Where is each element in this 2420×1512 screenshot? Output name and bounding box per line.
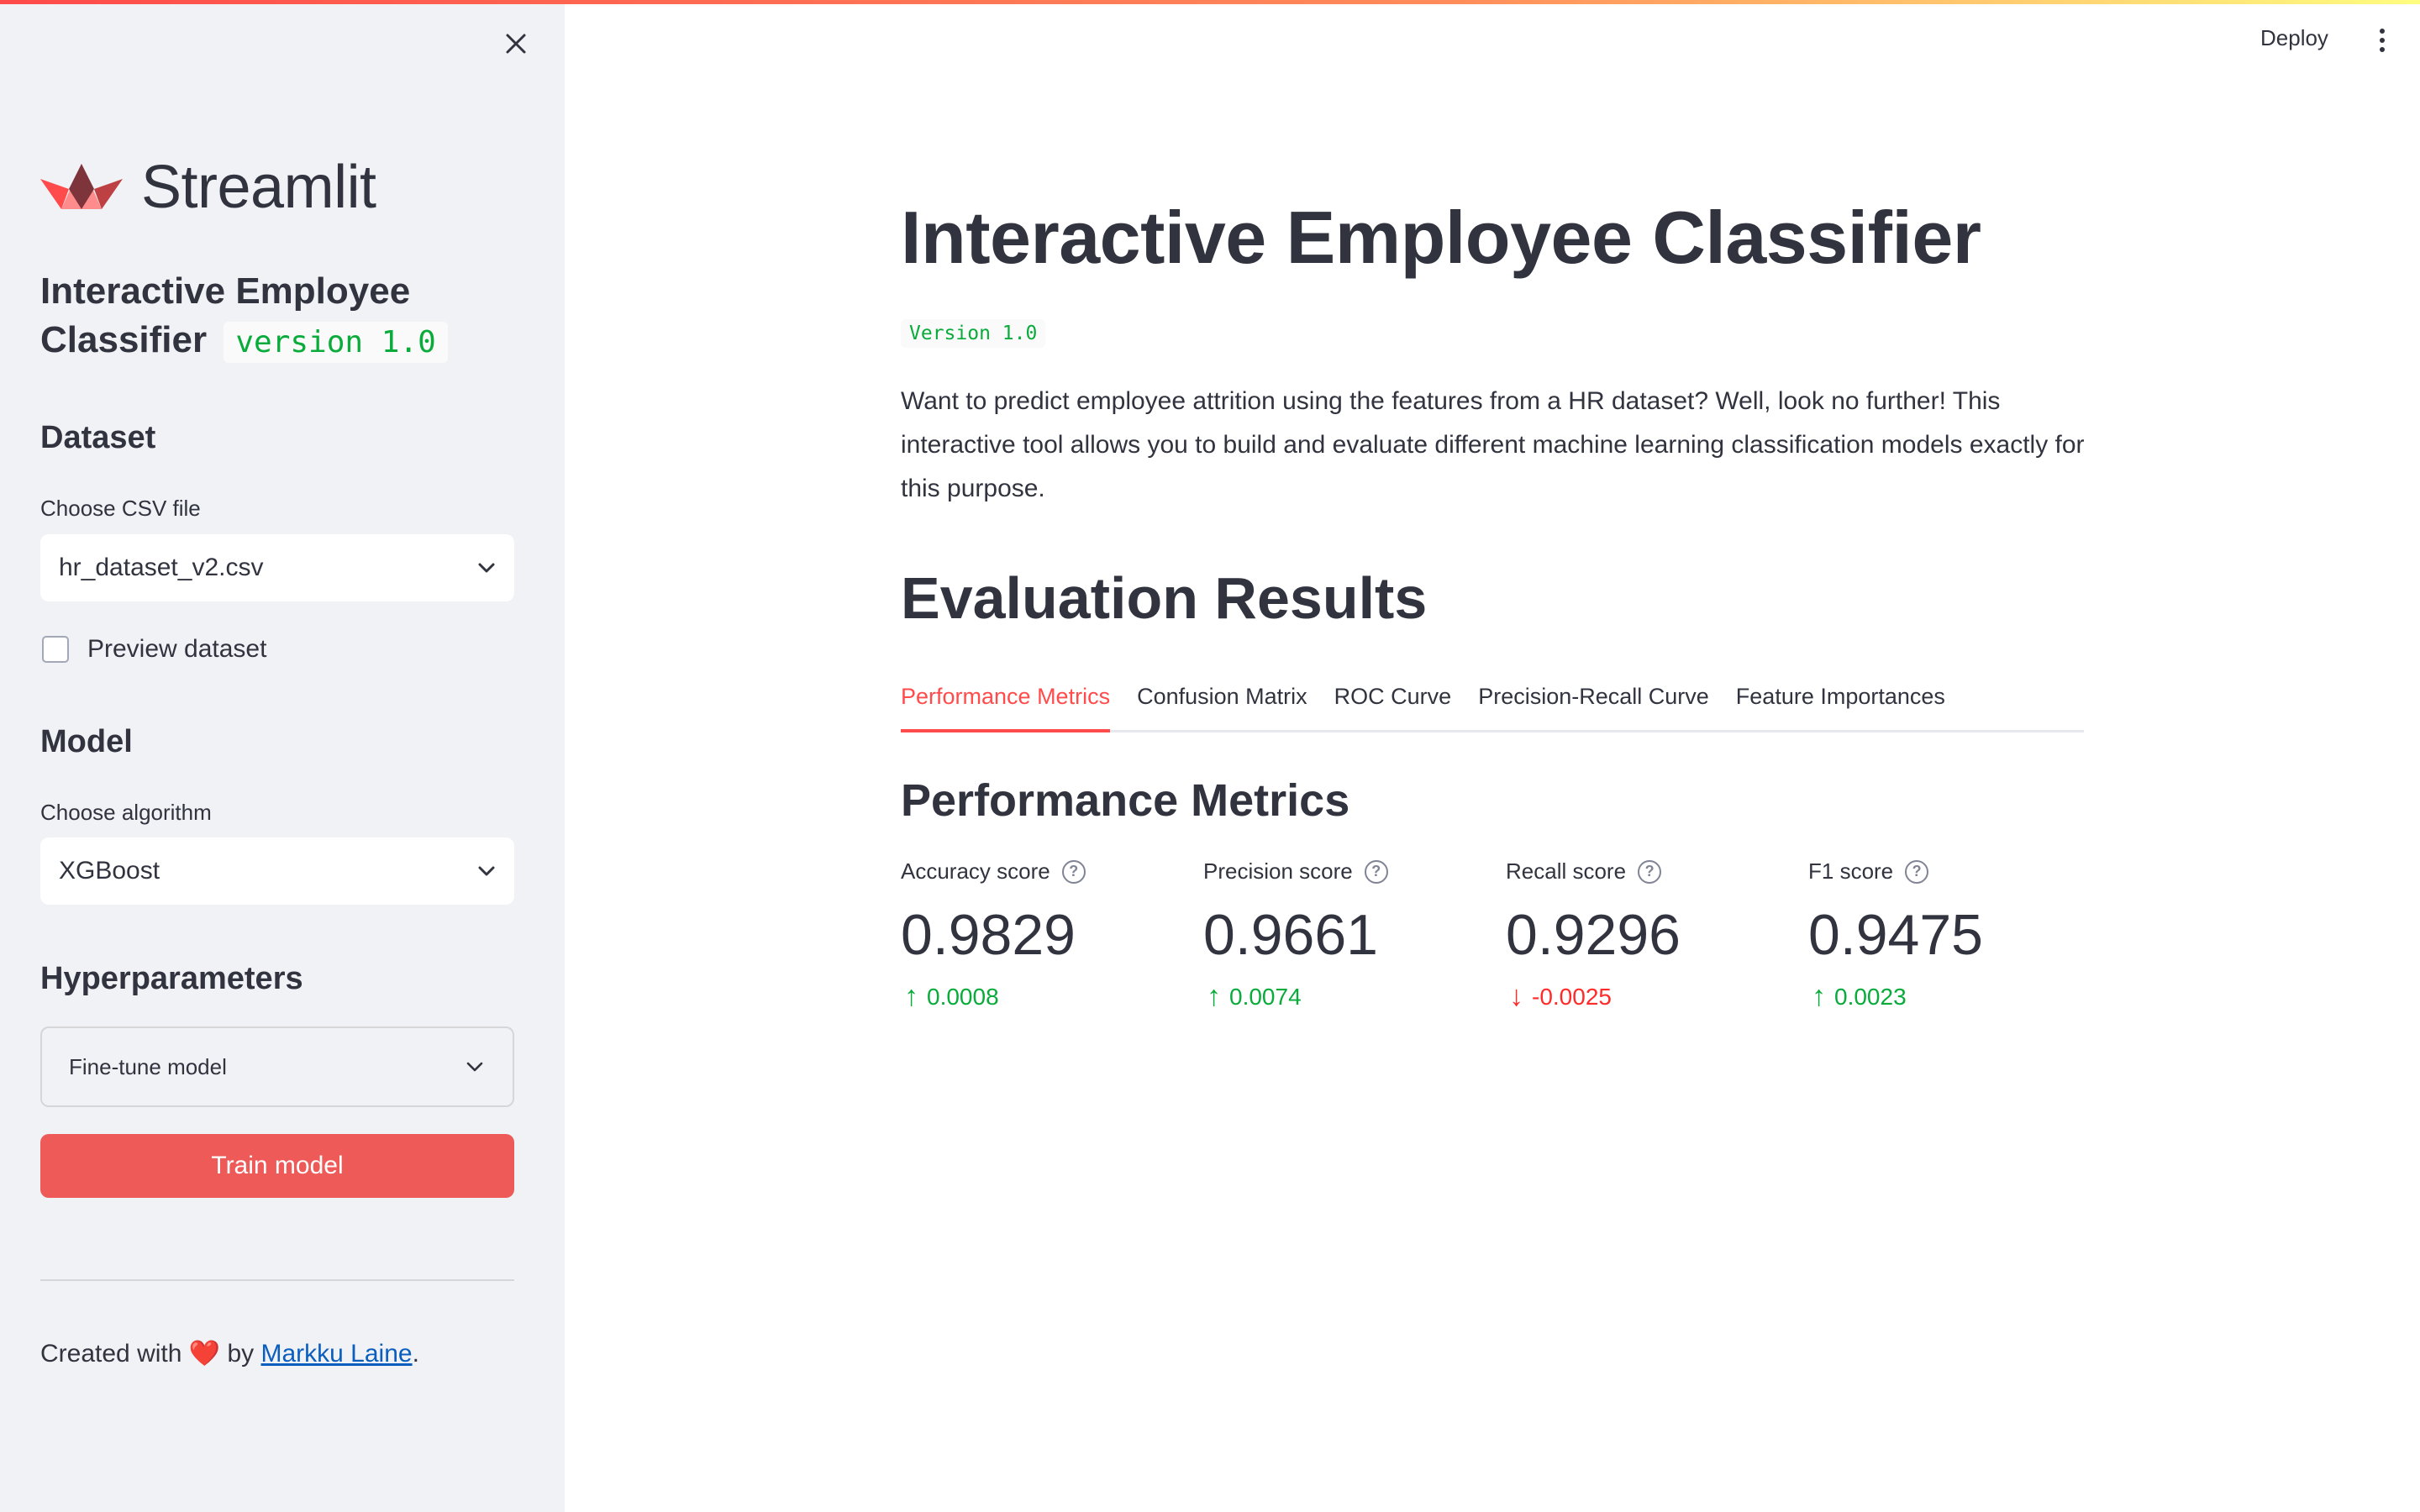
arrow-down-icon: ↓ bbox=[1509, 980, 1523, 1012]
csv-file-label: Choose CSV file bbox=[40, 496, 201, 521]
kebab-dot bbox=[2380, 47, 2385, 52]
heart-icon: ❤️ bbox=[188, 1340, 221, 1368]
metric-label: Recall score bbox=[1506, 858, 1627, 884]
sidebar-app-title: Interactive Employee Classifier version … bbox=[40, 267, 511, 367]
main-menu-button[interactable] bbox=[2371, 25, 2393, 55]
metric-label-row: F1 score ? bbox=[1808, 858, 2094, 885]
help-circle-icon[interactable]: ? bbox=[1364, 859, 1388, 884]
metric-delta-value: 0.0023 bbox=[1834, 983, 1907, 1010]
algorithm-select[interactable]: XGBoost bbox=[40, 837, 514, 905]
chevron-down-icon bbox=[478, 563, 495, 573]
algorithm-label: Choose algorithm bbox=[40, 800, 212, 825]
streamlit-logo-icon bbox=[40, 164, 123, 209]
deploy-button[interactable]: Deploy bbox=[2260, 25, 2328, 51]
arrow-up-icon: ↑ bbox=[1207, 980, 1221, 1012]
kebab-dot bbox=[2380, 38, 2385, 43]
preview-dataset-label: Preview dataset bbox=[87, 635, 267, 663]
metric-delta: ↑ 0.0008 bbox=[901, 980, 1186, 1013]
close-sidebar-button[interactable] bbox=[499, 27, 533, 60]
metric-delta: ↑ 0.0074 bbox=[1203, 980, 1489, 1013]
preview-dataset-checkbox-row[interactable]: Preview dataset bbox=[42, 635, 266, 664]
csv-file-select[interactable]: hr_dataset_v2.csv bbox=[40, 534, 514, 601]
fine-tune-label: Fine-tune model bbox=[69, 1053, 227, 1079]
metric-accuracy: Accuracy score ? 0.9829 ↑ 0.0008 bbox=[901, 858, 1186, 1013]
intro-text: Want to predict employee attrition using… bbox=[901, 387, 2085, 502]
chevron-down-icon bbox=[466, 1062, 483, 1072]
tab-roc-curve[interactable]: ROC Curve bbox=[1334, 677, 1452, 732]
preview-dataset-checkbox[interactable] bbox=[42, 636, 69, 663]
metric-label-row: Accuracy score ? bbox=[901, 858, 1186, 885]
logo-text: Streamlit bbox=[141, 154, 376, 221]
help-circle-icon[interactable]: ? bbox=[1061, 859, 1086, 884]
sidebar-footer: Created with ❤️ by Markku Laine. bbox=[40, 1339, 419, 1368]
sidebar-version-badge: version 1.0 bbox=[224, 322, 448, 363]
metric-delta: ↓ -0.0025 bbox=[1506, 980, 1791, 1013]
metric-delta: ↑ 0.0023 bbox=[1808, 980, 2094, 1013]
arrow-up-icon: ↑ bbox=[1812, 980, 1826, 1012]
tab-feature-importances[interactable]: Feature Importances bbox=[1736, 677, 1945, 732]
footer-suffix: . bbox=[412, 1340, 419, 1368]
metric-label: F1 score bbox=[1808, 858, 1894, 884]
metric-value: 0.9829 bbox=[901, 903, 1076, 967]
fine-tune-expander[interactable]: Fine-tune model bbox=[40, 1026, 514, 1107]
model-heading: Model bbox=[40, 724, 133, 759]
metric-recall: Recall score ? 0.9296 ↓ -0.0025 bbox=[1506, 858, 1791, 1013]
help-circle-icon[interactable]: ? bbox=[1638, 859, 1662, 884]
metric-label-row: Precision score ? bbox=[1203, 858, 1489, 885]
author-link[interactable]: Markku Laine bbox=[261, 1340, 413, 1368]
csv-file-value: hr_dataset_v2.csv bbox=[59, 554, 264, 581]
streamlit-logo: Streamlit bbox=[40, 153, 376, 222]
metric-label-row: Recall score ? bbox=[1506, 858, 1791, 885]
kebab-menu-icon bbox=[2380, 29, 2385, 34]
tab-confusion-matrix[interactable]: Confusion Matrix bbox=[1137, 677, 1307, 732]
performance-metrics-heading: Performance Metrics bbox=[901, 775, 1350, 826]
footer-prefix: Created with bbox=[40, 1340, 182, 1368]
dataset-heading: Dataset bbox=[40, 420, 156, 455]
footer-by: by bbox=[227, 1340, 255, 1368]
metric-value: 0.9475 bbox=[1808, 903, 1983, 967]
arrow-up-icon: ↑ bbox=[904, 980, 918, 1012]
metric-value: 0.9661 bbox=[1203, 903, 1378, 967]
metric-value: 0.9296 bbox=[1506, 903, 1681, 967]
help-circle-icon[interactable]: ? bbox=[1905, 859, 1929, 884]
top-decoration-bar bbox=[0, 0, 2420, 4]
version-badge: Version 1.0 bbox=[901, 319, 1046, 348]
sidebar: Streamlit Interactive Employee Classifie… bbox=[0, 0, 565, 1512]
metric-label: Accuracy score bbox=[901, 858, 1050, 884]
algorithm-value: XGBoost bbox=[59, 857, 160, 885]
close-icon bbox=[506, 34, 526, 54]
sidebar-divider bbox=[40, 1279, 514, 1281]
chevron-down-icon bbox=[478, 866, 495, 876]
page-title: Interactive Employee Classifier bbox=[901, 196, 1981, 279]
evaluation-results-heading: Evaluation Results bbox=[901, 565, 1428, 631]
metric-precision: Precision score ? 0.9661 ↑ 0.0074 bbox=[1203, 858, 1489, 1013]
tab-precision-recall-curve[interactable]: Precision-Recall Curve bbox=[1478, 677, 1709, 732]
metric-delta-value: -0.0025 bbox=[1532, 983, 1612, 1010]
metric-delta-value: 0.0008 bbox=[927, 983, 999, 1010]
hyperparameters-heading: Hyperparameters bbox=[40, 961, 303, 996]
train-model-button[interactable]: Train model bbox=[40, 1134, 514, 1198]
metric-label: Precision score bbox=[1203, 858, 1353, 884]
metric-delta-value: 0.0074 bbox=[1229, 983, 1302, 1010]
metric-f1: F1 score ? 0.9475 ↑ 0.0023 bbox=[1808, 858, 2094, 1013]
tab-performance-metrics[interactable]: Performance Metrics bbox=[901, 677, 1111, 732]
results-tabs: Performance Metrics Confusion Matrix ROC… bbox=[901, 677, 2084, 732]
